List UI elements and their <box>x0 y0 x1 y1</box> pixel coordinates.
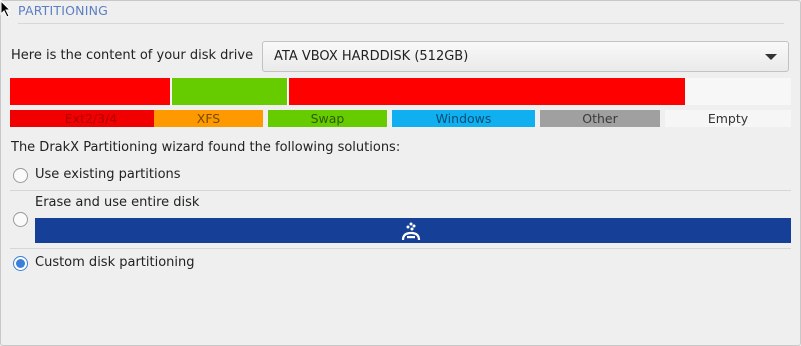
mouse-cursor-icon <box>0 0 12 18</box>
chevron-down-icon[interactable] <box>765 54 777 60</box>
drive-select[interactable]: ATA VBOX HARDDISK (512GB) <box>262 41 789 72</box>
row-divider <box>10 248 791 249</box>
title-divider <box>18 23 784 24</box>
legend-xfs: XFS <box>154 110 263 127</box>
row-divider <box>10 190 791 191</box>
partition-segment-xfs[interactable] <box>172 78 287 105</box>
erase-disk-radio[interactable] <box>13 212 28 227</box>
legend-other: Other <box>540 110 660 127</box>
partition-segment-ext[interactable] <box>289 78 685 105</box>
legend-empty: Empty <box>665 110 791 127</box>
legend-ext: Ext2/3/4 <box>10 110 172 127</box>
wizard-message: The DrakX Partitioning wizard found the … <box>11 140 401 155</box>
partitioning-frame: PARTITIONING Here is the content of your… <box>0 0 801 346</box>
use-existing-label: Use existing partitions <box>35 167 181 182</box>
erase-disk-bar <box>35 218 791 243</box>
erase-disk-icon <box>401 222 421 241</box>
legend-windows: Windows <box>392 110 535 127</box>
custom-label: Custom disk partitioning <box>35 255 195 270</box>
custom-radio[interactable] <box>13 256 28 271</box>
drive-select-value: ATA VBOX HARDDISK (512GB) <box>274 49 469 64</box>
use-existing-radio[interactable] <box>13 168 28 183</box>
partition-segment-empty[interactable] <box>685 78 791 105</box>
erase-disk-label: Erase and use entire disk <box>35 195 200 210</box>
drive-label: Here is the content of your disk drive <box>11 48 254 63</box>
section-title: PARTITIONING <box>18 3 109 18</box>
partition-segment-ext[interactable] <box>10 78 170 105</box>
disk-partition-bar <box>10 78 791 105</box>
legend-swap: Swap <box>268 110 387 127</box>
